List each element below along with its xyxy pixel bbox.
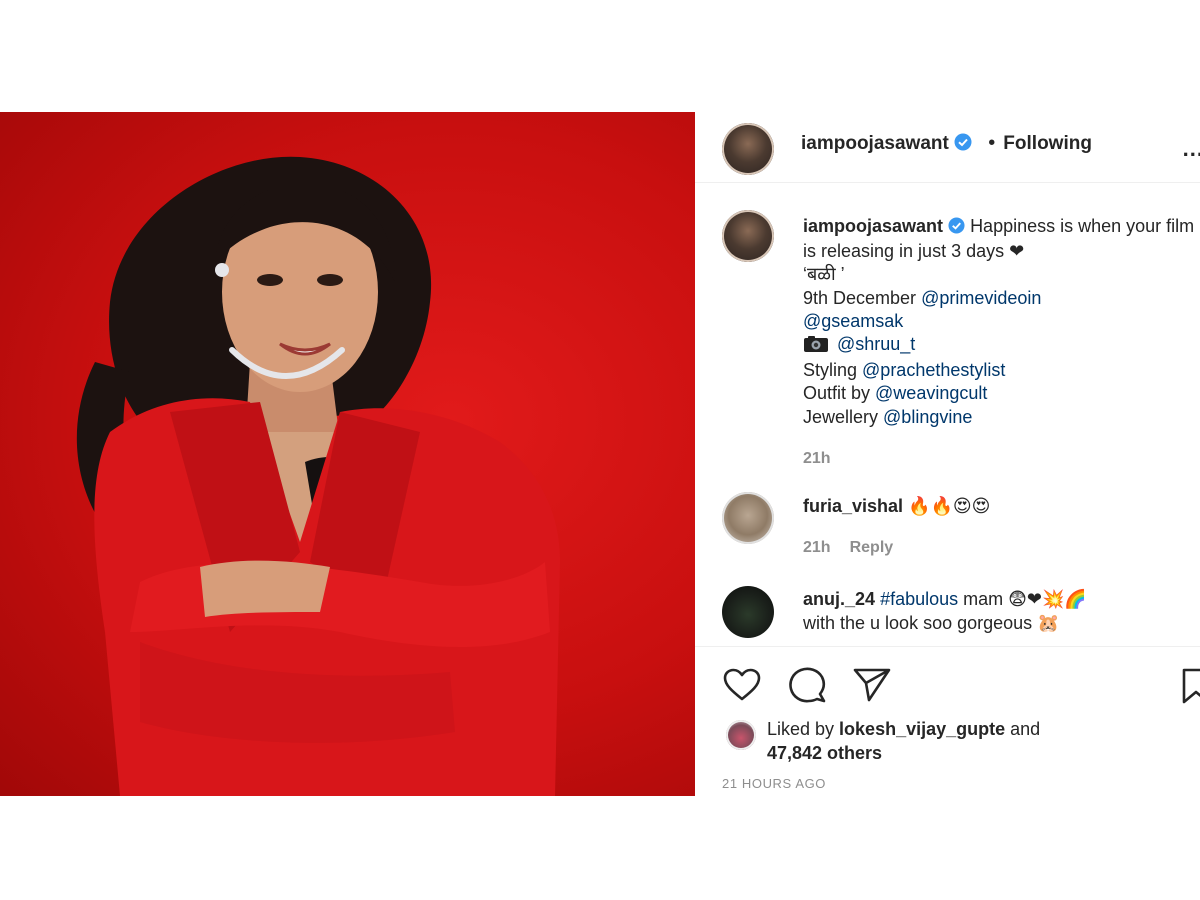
- caption-first-line: iampoojasawant Happiness is when your fi…: [803, 215, 1200, 263]
- caption-outfit-label: Outfit by: [803, 383, 876, 404]
- mention-link[interactable]: @shruu_t: [837, 334, 915, 354]
- heart-icon[interactable]: [722, 668, 762, 707]
- comment-time: 21h: [803, 538, 831, 556]
- camera-icon: [803, 335, 829, 359]
- caption-styling-label: Styling: [803, 360, 863, 381]
- post-photo[interactable]: [0, 112, 695, 796]
- header-separator: •: [988, 132, 996, 154]
- caption-title-line: ‘बळी ’: [803, 264, 845, 285]
- mention-link[interactable]: @primevideoin: [921, 288, 1041, 308]
- comment-item: furia_vishal 🔥🔥😍😍 21h Reply: [803, 495, 1200, 559]
- mention-link[interactable]: @gseamsak: [803, 311, 903, 331]
- caption-avatar[interactable]: [722, 210, 774, 262]
- following-button[interactable]: Following: [1003, 133, 1092, 154]
- instagram-post: iampoojasawant • Following ... iampoojasa…: [0, 112, 1200, 796]
- mention-link[interactable]: @blingvine: [883, 407, 972, 427]
- bookmark-icon[interactable]: [1181, 667, 1200, 710]
- comment-username[interactable]: anuj._24: [803, 589, 875, 609]
- comment-meta: 21h Reply: [803, 535, 1200, 560]
- verified-badge-icon: [948, 217, 965, 240]
- verified-badge-icon: [954, 133, 972, 156]
- caption-date: 9th December: [803, 287, 922, 308]
- comment-text: mam 😨❤💥🌈: [958, 589, 1087, 609]
- action-bar: [695, 646, 1200, 717]
- post-caption: iampoojasawant Happiness is when your fi…: [803, 215, 1200, 470]
- reply-button[interactable]: Reply: [850, 539, 894, 556]
- likes-summary: Liked by lokesh_vijay_gupte and 47,842 o…: [767, 718, 1040, 765]
- caption-photo-credit-line: @shruu_t: [803, 333, 1200, 359]
- author-avatar[interactable]: [722, 123, 774, 175]
- hashtag-link[interactable]: #fabulous: [880, 589, 958, 609]
- commenter-avatar[interactable]: [722, 586, 774, 638]
- post-header: iampoojasawant • Following ...: [695, 112, 1200, 183]
- mention-link[interactable]: @weavingcult: [875, 383, 987, 403]
- comment-text: 🔥🔥😍😍: [908, 496, 991, 516]
- likes-conjunction: and: [1005, 719, 1041, 739]
- comment-text-line2: with the u look soo gorgeous 🐹: [803, 612, 1060, 633]
- post-side-panel: iampoojasawant • Following ... iampoojasa…: [695, 112, 1200, 796]
- comment-username[interactable]: furia_vishal: [803, 496, 903, 516]
- caption-date-line: 9th December @primevideoin: [803, 287, 1200, 310]
- commenter-avatar[interactable]: [722, 492, 774, 544]
- likes-prefix: Liked by: [767, 719, 840, 739]
- caption-username[interactable]: iampoojasawant: [803, 216, 943, 236]
- share-icon[interactable]: [852, 667, 892, 708]
- caption-time: 21h: [803, 449, 831, 467]
- caption-jewellery-line: Jewellery @blingvine: [803, 406, 1200, 429]
- liker-avatar[interactable]: [726, 720, 756, 750]
- comment-icon[interactable]: [787, 666, 827, 709]
- caption-outfit-line: Outfit by @weavingcult: [803, 382, 1200, 405]
- caption-jewellery-label: Jewellery: [803, 406, 884, 427]
- caption-mention-line: @gseamsak: [803, 310, 1200, 333]
- post-timestamp: 21 HOURS AGO: [722, 776, 827, 791]
- caption-styling-line: Styling @prachethestylist: [803, 359, 1200, 382]
- portrait-illustration: [76, 156, 561, 796]
- mention-link[interactable]: @prachethestylist: [862, 360, 1005, 380]
- author-username[interactable]: iampoojasawant: [801, 133, 949, 154]
- more-options-icon[interactable]: ...: [1183, 136, 1200, 162]
- liker-username[interactable]: lokesh_vijay_gupte: [839, 719, 1005, 739]
- likes-count[interactable]: 47,842 others: [767, 742, 1040, 766]
- comment-item: anuj._24 #fabulous mam 😨❤💥🌈 with the u l…: [803, 588, 1200, 635]
